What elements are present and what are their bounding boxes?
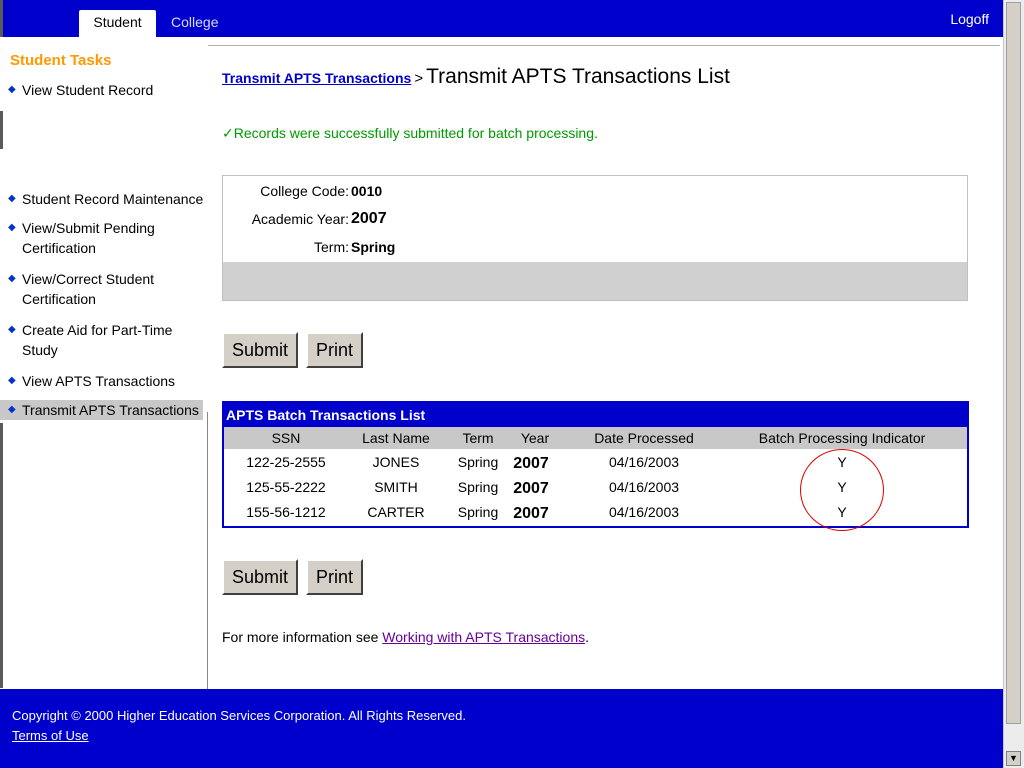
table-header-row: SSN Last Name Term Year Date Processed B…: [224, 427, 967, 449]
column-header-batch-processing-indicator: Batch Processing Indicator: [758, 430, 926, 446]
table-cell-ssn: 155-56-1212: [246, 504, 326, 520]
print-button[interactable]: Print: [306, 332, 364, 368]
breadcrumb: Transmit APTS Transactions > Transmit APTS…: [222, 65, 730, 89]
vertical-scrollbar[interactable]: ▼: [1003, 0, 1024, 768]
table-cell-term: Spring: [457, 479, 499, 495]
sidebar-item-view-submit-pending-certification[interactable]: ◆ View/Submit Pending Certification: [8, 218, 204, 258]
table-cell-ssn: 122-25-2555: [246, 454, 326, 470]
diamond-bullet-icon: ◆: [8, 273, 16, 284]
table-cell-year: 2007: [513, 455, 549, 472]
academic-year-label: Academic Year:: [251, 211, 349, 227]
sidebar-rule: [207, 412, 208, 698]
diamond-bullet-icon: ◆: [8, 404, 16, 415]
column-header-term: Term: [462, 430, 494, 446]
sidebar-item-view-apts-transactions[interactable]: ◆ View APTS Transactions: [8, 371, 204, 391]
sidebar-item-label: View/Submit Pending Certification: [22, 220, 155, 256]
sidebar-item-student-record-maintenance[interactable]: ◆ Student Record Maintenance: [8, 189, 204, 209]
working-with-apts-transactions-link[interactable]: Working with APTS Transactions: [382, 629, 585, 645]
sidebar-item-label: Student Record Maintenance: [22, 191, 204, 207]
print-button[interactable]: Print: [306, 559, 364, 595]
sidebar-title: Student Tasks: [10, 52, 112, 69]
sidebar-item-create-aid-for-part-time-study[interactable]: ◆ Create Aid for Part-Time Study: [8, 320, 204, 360]
scrollbar-thumb[interactable]: [1006, 2, 1021, 724]
table-cell-date-processed: 04/16/2003: [608, 504, 680, 520]
tab-college[interactable]: College: [171, 10, 218, 37]
table-title: APTS Batch Transactions List: [224, 403, 967, 427]
page-title: Transmit APTS Transactions List: [426, 65, 730, 88]
column-header-last-name: Last Name: [362, 430, 430, 446]
table-cell-last-name: CARTER: [367, 504, 425, 520]
diamond-bullet-icon: ◆: [8, 193, 16, 204]
table-cell-term: Spring: [457, 504, 499, 520]
sidebar-item-label: Create Aid for Part-Time Study: [22, 322, 173, 358]
sidebar-item-label: Transmit APTS Transactions: [22, 402, 199, 418]
submit-button[interactable]: Submit: [222, 559, 299, 595]
tab-student[interactable]: Student: [79, 10, 156, 37]
info-panel-footer-band: [223, 262, 967, 300]
more-info-text: For more information see Working with AP…: [222, 629, 589, 645]
table-cell-last-name: SMITH: [374, 479, 418, 495]
apts-batch-transactions-table: APTS Batch Transactions List SSN Last Na…: [222, 401, 969, 531]
logoff-link[interactable]: Logoff: [950, 11, 989, 27]
table-cell-ssn: 125-55-2222: [246, 479, 326, 495]
submit-button[interactable]: Submit: [222, 332, 299, 368]
breadcrumb-separator: >: [414, 70, 424, 87]
college-code-value: 0010: [351, 183, 383, 199]
term-label: Term:: [314, 239, 349, 255]
sidebar-divider: [0, 423, 3, 688]
table-cell-date-processed: 04/16/2003: [608, 454, 680, 470]
diamond-bullet-icon: ◆: [8, 84, 16, 95]
scroll-down-arrow-icon[interactable]: ▼: [1006, 751, 1021, 766]
table-cell-year: 2007: [513, 480, 549, 497]
submission-info-panel: College Code: 0010 Academic Year: 2007 T…: [222, 175, 968, 301]
sidebar-item-label: View/Correct Student Certification: [22, 271, 155, 307]
sidebar-item-view-correct-student-certification[interactable]: ◆ View/Correct Student Certification: [8, 269, 204, 309]
diamond-bullet-icon: ◆: [8, 375, 16, 386]
main-content: Transmit APTS Transactions > Transmit APTS…: [222, 37, 1002, 687]
column-header-ssn: SSN: [271, 430, 301, 446]
college-code-label: College Code:: [260, 183, 349, 199]
table-cell-date-processed: 04/16/2003: [608, 479, 680, 495]
sidebar-divider: [0, 111, 3, 149]
column-header-year: Year: [520, 430, 550, 446]
sidebar-item-view-student-record[interactable]: ◆ View Student Record: [8, 80, 204, 100]
highlight-circle-annotation: [800, 449, 884, 531]
copyright-text: Copyright © 2000 Higher Education Servic…: [12, 708, 466, 723]
sidebar: Student Tasks ◆ View Student Record ◆ St…: [0, 37, 208, 698]
success-message: ✓Records were successfully submitted for…: [222, 125, 598, 141]
more-info-prefix: For more information see: [222, 629, 383, 645]
more-info-suffix: .: [585, 629, 590, 645]
top-navigation-bar: Student College Logoff: [0, 0, 1003, 37]
terms-of-use-link[interactable]: Terms of Use: [12, 728, 89, 743]
table-cell-year: 2007: [513, 505, 549, 522]
academic-year-value: 2007: [351, 210, 387, 227]
term-value: Spring: [351, 239, 396, 255]
sidebar-item-label: View Student Record: [22, 82, 154, 98]
sidebar-item-transmit-apts-transactions[interactable]: ◆ Transmit APTS Transactions: [0, 400, 203, 420]
diamond-bullet-icon: ◆: [8, 324, 16, 335]
table-cell-term: Spring: [457, 454, 499, 470]
table-cell-last-name: JONES: [372, 454, 420, 470]
footer: Copyright © 2000 Higher Education Servic…: [0, 689, 1003, 768]
sidebar-item-label: View APTS Transactions: [22, 373, 176, 389]
diamond-bullet-icon: ◆: [8, 222, 16, 233]
column-header-date-processed: Date Processed: [594, 430, 694, 446]
breadcrumb-link-transmit-apts-transactions[interactable]: Transmit APTS Transactions: [222, 70, 411, 86]
